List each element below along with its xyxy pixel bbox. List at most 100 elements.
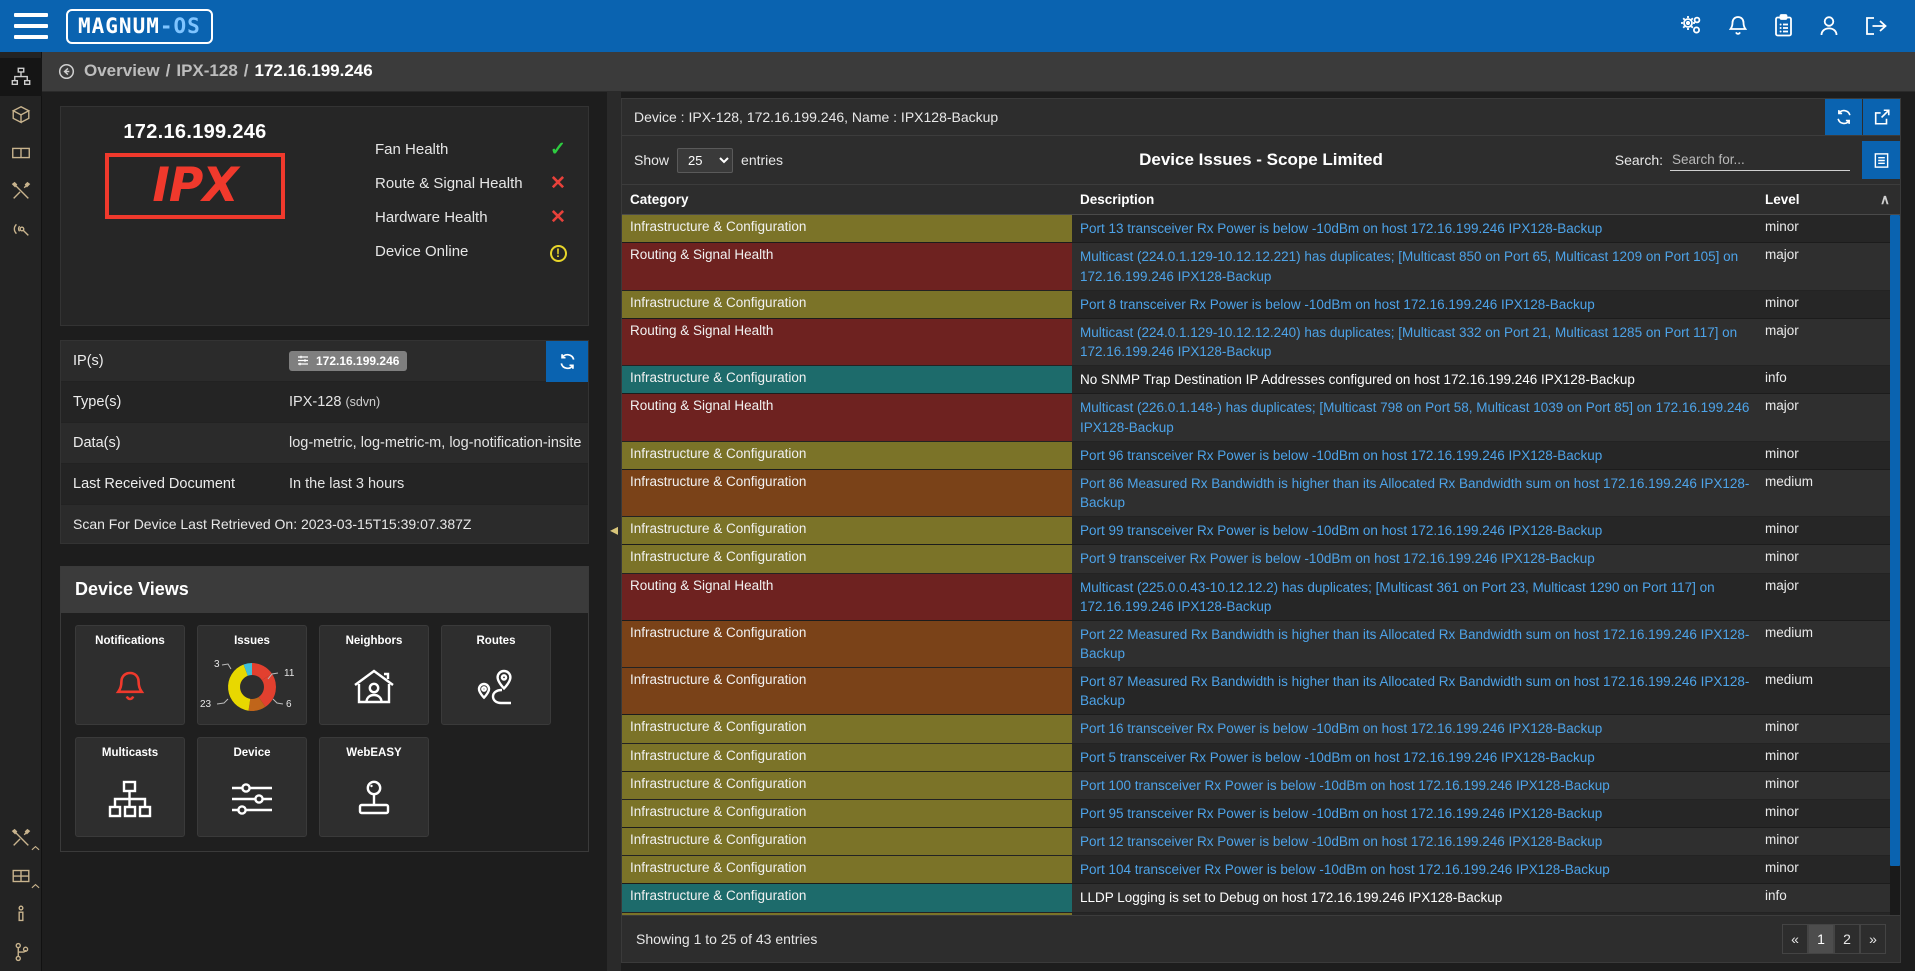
view-tile-issues[interactable]: Issues — [197, 625, 307, 725]
cell-description[interactable]: Port 8 transceiver Rx Power is below -10… — [1072, 291, 1765, 318]
cell-category: Infrastructure & Configuration — [622, 442, 1072, 469]
table-row[interactable]: Infrastructure & ConfigurationPort 8 tra… — [622, 291, 1900, 319]
cell-description[interactable]: Port 95 transceiver Rx Power is below -1… — [1072, 800, 1765, 827]
sidebar-item-topology[interactable] — [0, 58, 42, 96]
column-header-category[interactable]: Category — [622, 192, 1072, 207]
settings-gears-icon[interactable] — [1678, 13, 1704, 39]
cell-level: major — [1765, 319, 1870, 365]
view-tile-webeasy[interactable]: WebEASY — [319, 737, 429, 837]
cell-description[interactable]: Multicast (225.0.0.43-10.12.12.2) has du… — [1072, 574, 1765, 620]
user-account-icon[interactable] — [1817, 13, 1841, 39]
cell-description[interactable]: Port 104 transceiver Rx Power is below -… — [1072, 856, 1765, 883]
sidebar-item-branch[interactable] — [0, 933, 42, 971]
cell-description[interactable]: Port 22 Measured Rx Bandwidth is higher … — [1072, 621, 1765, 667]
columns-toggle-icon[interactable] — [1862, 141, 1900, 179]
cell-description[interactable]: Port 86 Measured Rx Bandwidth is higher … — [1072, 470, 1765, 516]
cell-description[interactable]: LLDP Logging is set to Debug on host 172… — [1072, 884, 1765, 911]
issues-panel-header-actions — [1824, 99, 1900, 136]
cell-description[interactable]: Port 102 transceiver Rx Power is below -… — [1072, 913, 1765, 916]
cell-category: Infrastructure & Configuration — [622, 668, 1072, 714]
view-tile-label: Issues — [234, 635, 270, 647]
table-row[interactable]: Infrastructure & ConfigurationNo SNMP Tr… — [622, 366, 1900, 394]
table-row[interactable]: Infrastructure & ConfigurationPort 13 tr… — [622, 215, 1900, 243]
table-row[interactable]: Routing & Signal HealthMulticast (226.0.… — [622, 394, 1900, 441]
table-row[interactable]: Infrastructure & ConfigurationPort 86 Me… — [622, 470, 1900, 517]
cell-description[interactable]: Port 9 transceiver Rx Power is below -10… — [1072, 545, 1765, 572]
search-input[interactable] — [1670, 149, 1850, 171]
table-row[interactable]: Infrastructure & ConfigurationLLDP Loggi… — [622, 884, 1900, 912]
view-tile-device[interactable]: Device — [197, 737, 307, 837]
sidebar-item-info[interactable] — [0, 895, 42, 933]
table-row[interactable]: Routing & Signal HealthMulticast (224.0.… — [622, 243, 1900, 290]
cell-description[interactable]: Port 96 transceiver Rx Power is below -1… — [1072, 442, 1765, 469]
sidebar-item-tools-settings[interactable] — [0, 819, 42, 857]
column-header-description[interactable]: Description — [1072, 192, 1765, 207]
hamburger-icon[interactable] — [14, 13, 48, 39]
cell-description[interactable]: Multicast (224.0.1.129-10.12.12.221) has… — [1072, 243, 1765, 289]
sidebar-item-signal[interactable] — [0, 210, 42, 248]
table-row[interactable]: Infrastructure & ConfigurationPort 96 tr… — [622, 442, 1900, 470]
view-tile-notifications[interactable]: Notifications — [75, 625, 185, 725]
table-row[interactable]: Infrastructure & ConfigurationPort 22 Me… — [622, 621, 1900, 668]
sidebar-item-panels[interactable] — [0, 134, 42, 172]
table-row[interactable]: Routing & Signal HealthMulticast (224.0.… — [622, 319, 1900, 366]
view-tile-label: WebEASY — [346, 747, 401, 759]
table-row[interactable]: Infrastructure & ConfigurationPort 99 tr… — [622, 517, 1900, 545]
cell-description[interactable]: Port 5 transceiver Rx Power is below -10… — [1072, 744, 1765, 771]
table-row[interactable]: Infrastructure & ConfigurationPort 100 t… — [622, 772, 1900, 800]
cell-description[interactable]: Port 13 transceiver Rx Power is below -1… — [1072, 215, 1765, 242]
app-logo-text-right: -OS — [160, 14, 201, 38]
table-row[interactable]: Infrastructure & ConfigurationPort 5 tra… — [622, 744, 1900, 772]
refresh-ips-button[interactable] — [546, 341, 588, 382]
health-row-hardware: Hardware Health ✕ — [375, 201, 578, 235]
refresh-icon[interactable] — [1824, 99, 1862, 136]
sort-ascending-icon[interactable]: ∧ — [1870, 192, 1900, 208]
logout-icon[interactable] — [1863, 14, 1889, 38]
table-row[interactable]: Infrastructure & ConfigurationPort 16 tr… — [622, 715, 1900, 743]
table-row[interactable]: Routing & Signal HealthMulticast (225.0.… — [622, 574, 1900, 621]
issues-table-scrollbar[interactable] — [1890, 215, 1900, 915]
clipboard-tasks-icon[interactable] — [1772, 13, 1795, 39]
breadcrumb-middle[interactable]: IPX-128 — [176, 61, 237, 81]
view-tile-neighbors[interactable]: Neighbors — [319, 625, 429, 725]
table-row[interactable]: Infrastructure & ConfigurationPort 95 tr… — [622, 800, 1900, 828]
bell-notifications-icon[interactable] — [1726, 14, 1750, 39]
table-row[interactable]: Infrastructure & ConfigurationPort 104 t… — [622, 856, 1900, 884]
sidebar-item-views[interactable] — [0, 857, 42, 895]
cell-category: Infrastructure & Configuration — [622, 621, 1072, 667]
device-type-value: IPX-128 — [289, 394, 341, 410]
page-size-select[interactable]: 10 25 50 100 — [677, 148, 733, 173]
open-external-icon[interactable] — [1862, 99, 1900, 136]
back-circle-icon[interactable] — [58, 63, 75, 80]
cell-description[interactable]: Multicast (226.0.1.148-) has duplicates;… — [1072, 394, 1765, 440]
pagination-button[interactable]: 1 — [1808, 924, 1834, 954]
ip-tag[interactable]: 172.16.199.246 — [289, 351, 407, 371]
pagination: «12» — [1782, 924, 1886, 954]
cell-description[interactable]: Port 16 transceiver Rx Power is below -1… — [1072, 715, 1765, 742]
donut-label-major: 11 — [284, 668, 295, 679]
table-row[interactable]: Infrastructure & ConfigurationPort 102 t… — [622, 913, 1900, 916]
pane-collapse-handle[interactable]: ◂ — [607, 92, 621, 971]
pagination-button[interactable]: « — [1782, 924, 1808, 954]
sidebar-item-tools[interactable] — [0, 172, 42, 210]
pagination-button[interactable]: 2 — [1834, 924, 1860, 954]
pagination-button[interactable]: » — [1860, 924, 1886, 954]
cell-description[interactable]: Port 100 transceiver Rx Power is below -… — [1072, 772, 1765, 799]
table-row[interactable]: Infrastructure & ConfigurationPort 87 Me… — [622, 668, 1900, 715]
cell-description[interactable]: Multicast (224.0.1.129-10.12.12.240) has… — [1072, 319, 1765, 365]
table-row[interactable]: Infrastructure & ConfigurationPort 12 tr… — [622, 828, 1900, 856]
cell-category: Infrastructure & Configuration — [622, 517, 1072, 544]
health-label: Device Online — [375, 243, 538, 260]
cell-description[interactable]: Port 99 transceiver Rx Power is below -1… — [1072, 517, 1765, 544]
column-header-level[interactable]: Level — [1765, 192, 1870, 207]
breadcrumb-root[interactable]: Overview — [84, 61, 160, 81]
table-row[interactable]: Infrastructure & ConfigurationPort 9 tra… — [622, 545, 1900, 573]
view-tile-routes[interactable]: Routes — [441, 625, 551, 725]
view-tile-label: Routes — [477, 635, 516, 647]
view-tile-multicasts[interactable]: Multicasts — [75, 737, 185, 837]
chevron-up-badge-icon — [31, 845, 40, 851]
cell-description[interactable]: Port 12 transceiver Rx Power is below -1… — [1072, 828, 1765, 855]
sidebar-item-inventory[interactable] — [0, 96, 42, 134]
cell-description[interactable]: No SNMP Trap Destination IP Addresses co… — [1072, 366, 1765, 393]
cell-description[interactable]: Port 87 Measured Rx Bandwidth is higher … — [1072, 668, 1765, 714]
